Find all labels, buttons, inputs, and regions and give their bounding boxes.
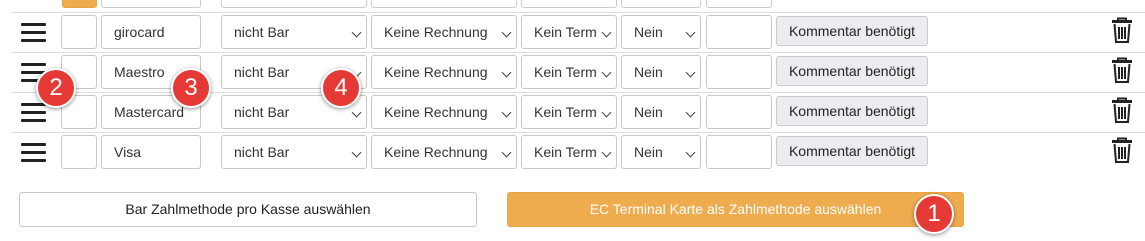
row-divider <box>12 52 1145 53</box>
row-divider <box>12 132 1145 133</box>
previous-row-accent-cell <box>62 0 97 8</box>
previous-row-cell <box>221 0 367 8</box>
yes-no-value: Nein <box>634 64 663 80</box>
previous-row-fragment <box>0 0 1145 12</box>
chevron-down-icon <box>601 67 612 78</box>
chevron-down-icon <box>685 27 696 38</box>
terminal-select[interactable]: Kein Term <box>521 95 617 129</box>
comment-required-button[interactable]: Kommentar benötigt <box>776 16 928 46</box>
invoice-select[interactable]: Keine Rechnung <box>371 135 517 169</box>
previous-row-cell <box>101 0 201 8</box>
payment-method-row: Mastercard nicht Bar Keine Rechnung Kein… <box>0 94 1145 130</box>
trash-icon[interactable] <box>1111 137 1133 163</box>
chevron-down-icon <box>501 147 512 158</box>
terminal-value: Kein Term <box>534 104 597 120</box>
select-ec-card-method-button[interactable]: EC Terminal Karte als Zahlmethode auswäh… <box>507 192 964 227</box>
terminal-value: Kein Term <box>534 24 597 40</box>
extra-input[interactable] <box>706 95 772 129</box>
step-marker-2: 2 <box>36 68 76 108</box>
yes-no-value: Nein <box>634 104 663 120</box>
terminal-value: Kein Term <box>534 64 597 80</box>
trash-icon[interactable] <box>1111 17 1133 43</box>
invoice-value: Keine Rechnung <box>384 144 488 160</box>
select-cash-method-button[interactable]: Bar Zahlmethode pro Kasse auswählen <box>19 192 477 227</box>
terminal-select[interactable]: Kein Term <box>521 55 617 89</box>
payment-method-row: girocard nicht Bar Keine Rechnung Kein T… <box>0 14 1145 50</box>
previous-row-cell <box>371 0 517 8</box>
invoice-select[interactable]: Keine Rechnung <box>371 55 517 89</box>
drag-handle-icon[interactable] <box>21 23 46 42</box>
chevron-down-icon <box>501 27 512 38</box>
yes-no-value: Nein <box>634 24 663 40</box>
invoice-value: Keine Rechnung <box>384 104 488 120</box>
invoice-value: Keine Rechnung <box>384 64 488 80</box>
row-checkbox-cell[interactable] <box>61 135 97 169</box>
chevron-down-icon <box>351 147 362 158</box>
chevron-down-icon <box>351 107 362 118</box>
extra-input[interactable] <box>706 55 772 89</box>
chevron-down-icon <box>351 27 362 38</box>
yes-no-select[interactable]: Nein <box>621 95 701 129</box>
payment-type-select[interactable]: nicht Bar <box>221 15 367 49</box>
row-checkbox-cell[interactable] <box>61 15 97 49</box>
payment-method-row: Visa nicht Bar Keine Rechnung Kein Term … <box>0 134 1145 170</box>
terminal-select[interactable]: Kein Term <box>521 135 617 169</box>
drag-handle-icon[interactable] <box>21 143 46 162</box>
yes-no-select[interactable]: Nein <box>621 55 701 89</box>
chevron-down-icon <box>501 107 512 118</box>
invoice-value: Keine Rechnung <box>384 24 488 40</box>
comment-required-button[interactable]: Kommentar benötigt <box>776 56 928 86</box>
step-marker-4: 4 <box>321 68 361 108</box>
previous-row-cell <box>621 0 701 8</box>
extra-input[interactable] <box>706 15 772 49</box>
comment-required-button[interactable]: Kommentar benötigt <box>776 136 928 166</box>
extra-input[interactable] <box>706 135 772 169</box>
yes-no-value: Nein <box>634 144 663 160</box>
yes-no-select[interactable]: Nein <box>621 15 701 49</box>
chevron-down-icon <box>685 67 696 78</box>
previous-row-cell <box>706 0 772 8</box>
yes-no-select[interactable]: Nein <box>621 135 701 169</box>
payment-type-value: nicht Bar <box>234 104 290 120</box>
row-divider <box>12 12 1145 13</box>
terminal-value: Kein Term <box>534 144 597 160</box>
invoice-select[interactable]: Keine Rechnung <box>371 95 517 129</box>
chevron-down-icon <box>685 107 696 118</box>
invoice-select[interactable]: Keine Rechnung <box>371 15 517 49</box>
chevron-down-icon <box>501 67 512 78</box>
payment-type-value: nicht Bar <box>234 144 290 160</box>
payment-type-value: nicht Bar <box>234 24 290 40</box>
chevron-down-icon <box>685 147 696 158</box>
terminal-select[interactable]: Kein Term <box>521 15 617 49</box>
comment-required-button[interactable]: Kommentar benötigt <box>776 96 928 126</box>
drag-handle-icon[interactable] <box>21 103 46 122</box>
chevron-down-icon <box>601 147 612 158</box>
payment-type-value: nicht Bar <box>234 64 290 80</box>
payment-name-input[interactable]: girocard <box>101 15 201 49</box>
trash-icon[interactable] <box>1111 57 1133 83</box>
previous-row-cell <box>521 0 617 8</box>
trash-icon[interactable] <box>1111 97 1133 123</box>
payment-name-input[interactable]: Visa <box>101 135 201 169</box>
step-marker-3: 3 <box>171 68 211 108</box>
chevron-down-icon <box>601 27 612 38</box>
step-marker-1: 1 <box>914 194 954 234</box>
chevron-down-icon <box>601 107 612 118</box>
payment-type-select[interactable]: nicht Bar <box>221 135 367 169</box>
